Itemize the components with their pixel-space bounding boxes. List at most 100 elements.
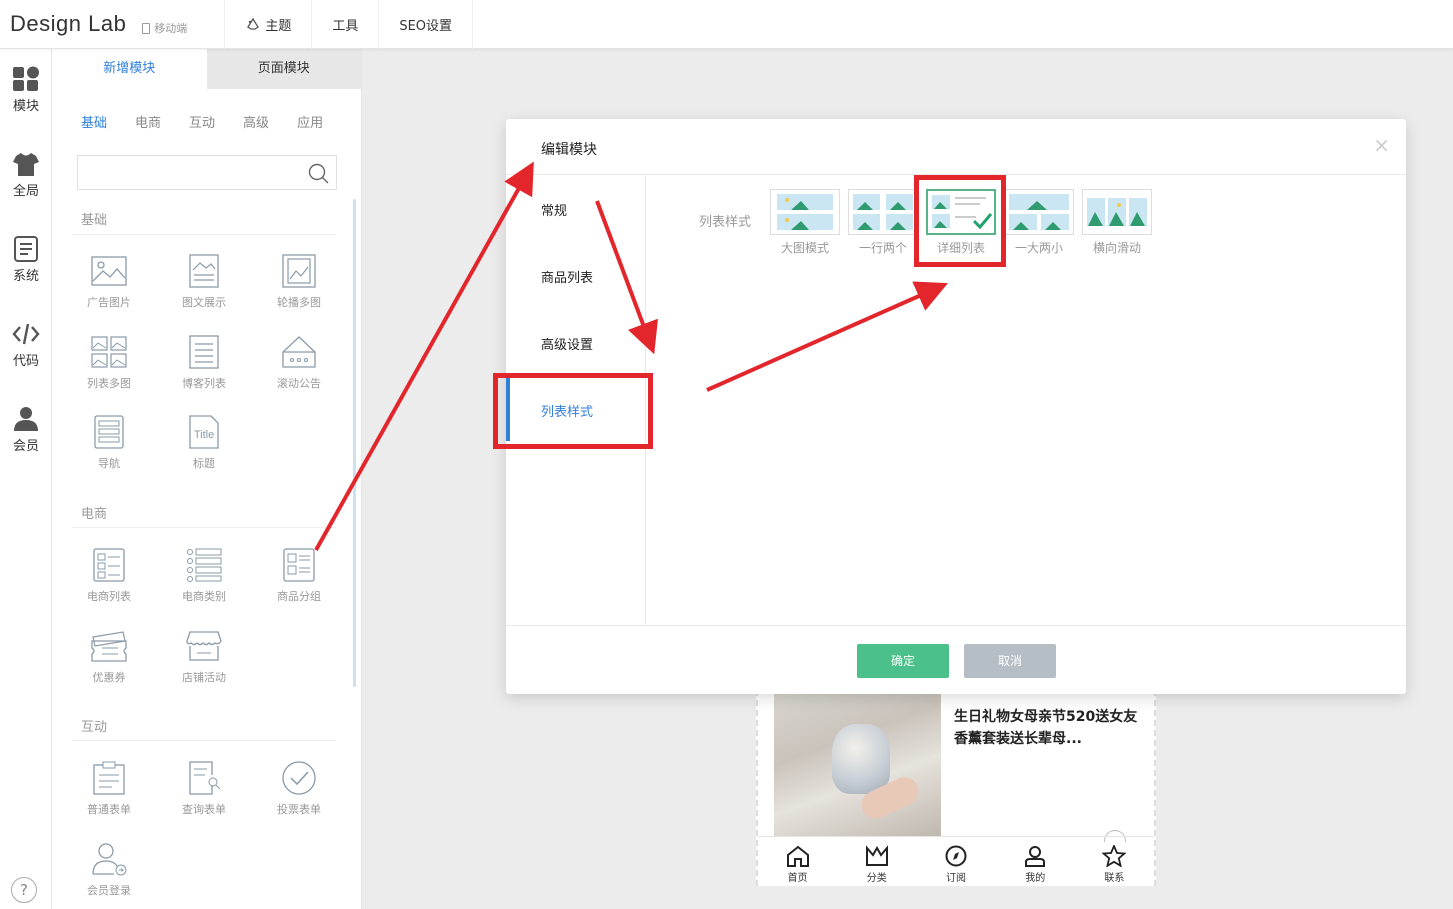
- nav-tools-label: 工具: [332, 18, 359, 34]
- style-option-two-per-row[interactable]: 一行两个: [848, 189, 918, 256]
- module-carousel[interactable]: 轮播多图: [259, 254, 339, 310]
- theme-icon: [247, 17, 260, 30]
- module-title[interactable]: Title 标题: [164, 415, 244, 471]
- compass-icon: [945, 845, 967, 867]
- cancel-button[interactable]: 取消: [964, 644, 1056, 678]
- product-image[interactable]: [774, 694, 941, 836]
- module-panel: 新增模块 页面模块 基础 电商 互动 高级 应用 基础 广告图片 图文展示 轮播…: [52, 49, 362, 909]
- shirt-icon: [13, 153, 39, 176]
- module-label: 列表多图: [87, 377, 131, 390]
- product-group-icon: [283, 548, 315, 582]
- confirm-button[interactable]: 确定: [857, 644, 949, 678]
- tab-page-module[interactable]: 页面模块: [206, 49, 361, 89]
- mobile-label: 移动端: [154, 22, 188, 35]
- category-tab-interactive[interactable]: 互动: [189, 112, 215, 131]
- module-label: 普通表单: [87, 803, 131, 816]
- module-label: 轮播多图: [277, 296, 321, 309]
- nav-theme-label: 主题: [265, 18, 292, 34]
- module-ecommerce-list[interactable]: 电商列表: [69, 548, 149, 604]
- rail-label-member: 会员: [12, 439, 39, 454]
- module-label: 查询表单: [182, 803, 226, 816]
- module-blog-list[interactable]: 博客列表: [164, 335, 244, 391]
- style-option-large-image[interactable]: 大图模式: [770, 189, 840, 256]
- carousel-icon: [282, 254, 316, 288]
- section-basic: 基础: [81, 213, 108, 228]
- module-label: 店铺活动: [182, 671, 226, 684]
- rail-item-member[interactable]: 会员: [0, 406, 52, 454]
- dialog-menu-general[interactable]: 常规: [541, 200, 567, 219]
- bouquet-shape: [832, 724, 890, 794]
- module-normal-form[interactable]: 普通表单: [69, 761, 149, 817]
- top-bar: Design Lab 移动端 主题 工具 SEO设置: [0, 0, 1453, 49]
- panel-scrollbar[interactable]: [353, 199, 356, 687]
- nav-seo[interactable]: SEO设置: [378, 0, 474, 49]
- module-ad-image[interactable]: 广告图片: [69, 254, 149, 310]
- rail-item-code[interactable]: 代码: [0, 321, 52, 369]
- mobile-preview: 生日礼物女母亲节520送女友香薰套装送长辈母... 首页 分类 订阅 我的 联系: [756, 690, 1156, 886]
- bottom-nav-subscribe[interactable]: 订阅: [916, 837, 995, 886]
- module-product-group[interactable]: 商品分组: [259, 548, 339, 604]
- horizontal-scroll-thumb: [1082, 189, 1152, 235]
- home-icon: [786, 845, 809, 867]
- module-list-images[interactable]: 列表多图: [69, 335, 149, 391]
- dialog-menu-advanced[interactable]: 高级设置: [541, 334, 593, 353]
- rail-label-code: 代码: [12, 354, 39, 369]
- phone-icon: [142, 22, 151, 34]
- help-icon[interactable]: ?: [11, 877, 37, 903]
- nav-theme[interactable]: 主题: [224, 0, 311, 49]
- module-store-event[interactable]: 店铺活动: [164, 629, 244, 685]
- module-label: 投票表单: [277, 803, 321, 816]
- rail-item-modules[interactable]: 模块: [0, 66, 52, 114]
- category-tab-apps[interactable]: 应用: [297, 112, 323, 131]
- product-list-icon: [93, 548, 125, 582]
- dialog-menu-product-list[interactable]: 商品列表: [541, 267, 593, 286]
- bottom-nav-contact[interactable]: 联系: [1075, 837, 1154, 886]
- module-scroll-notice[interactable]: 滚动公告: [259, 335, 339, 391]
- tab-add-module[interactable]: 新增模块: [52, 49, 207, 89]
- module-image-text[interactable]: 图文展示: [164, 254, 244, 310]
- brand-logo: Design Lab: [10, 11, 127, 36]
- document-icon: [14, 236, 38, 262]
- style-option-horizontal-scroll[interactable]: 横向滑动: [1082, 189, 1152, 256]
- coupon-icon: [91, 631, 127, 662]
- section-divider: [72, 234, 336, 235]
- crown-icon: [865, 845, 888, 866]
- module-query-form[interactable]: 查询表单: [164, 761, 244, 817]
- bottom-nav-mine[interactable]: 我的: [996, 837, 1075, 886]
- search-icon[interactable]: [308, 163, 330, 185]
- bottom-nav-label: 首页: [787, 873, 808, 884]
- close-icon[interactable]: ×: [1373, 133, 1390, 157]
- category-tab-ecommerce[interactable]: 电商: [135, 112, 161, 131]
- style-option-one-big-two-small[interactable]: 一大两小: [1004, 189, 1074, 256]
- module-search-input[interactable]: [77, 155, 337, 190]
- module-ecommerce-category[interactable]: 电商类别: [164, 548, 244, 604]
- grid-icon: [13, 66, 39, 91]
- product-title[interactable]: 生日礼物女母亲节520送女友香薰套装送长辈母...: [954, 706, 1144, 750]
- dialog-title: 编辑模块: [541, 142, 597, 158]
- mobile-preview-toggle[interactable]: 移动端: [142, 20, 187, 36]
- style-option-label: 大图模式: [780, 241, 829, 255]
- rail-item-global[interactable]: 全局: [0, 151, 52, 199]
- nav-tools[interactable]: 工具: [311, 0, 378, 49]
- bottom-nav-label: 联系: [1104, 873, 1125, 884]
- module-label: 电商列表: [87, 590, 131, 603]
- rail-item-system[interactable]: 系统: [0, 236, 52, 284]
- highlight-list-style-menu: [493, 373, 653, 449]
- bottom-nav-home[interactable]: 首页: [758, 837, 837, 886]
- dialog-footer-divider: [506, 625, 1406, 626]
- store-icon: [186, 631, 222, 661]
- bottom-nav-category[interactable]: 分类: [837, 837, 916, 886]
- module-label: 优惠券: [92, 671, 126, 684]
- category-tab-basic[interactable]: 基础: [81, 112, 107, 131]
- module-vote-form[interactable]: 投票表单: [259, 761, 339, 817]
- navigation-icon: [94, 415, 124, 449]
- style-option-label: 一大两小: [1014, 241, 1063, 255]
- module-member-login[interactable]: 会员登录: [69, 842, 149, 898]
- module-label: 电商类别: [182, 590, 226, 603]
- query-form-icon: [189, 761, 221, 795]
- section-divider: [72, 740, 336, 741]
- module-coupon[interactable]: 优惠券: [69, 629, 149, 685]
- category-tab-advanced[interactable]: 高级: [243, 112, 269, 131]
- bottom-nav-label: 订阅: [946, 873, 966, 884]
- module-navigation[interactable]: 导航: [69, 415, 149, 471]
